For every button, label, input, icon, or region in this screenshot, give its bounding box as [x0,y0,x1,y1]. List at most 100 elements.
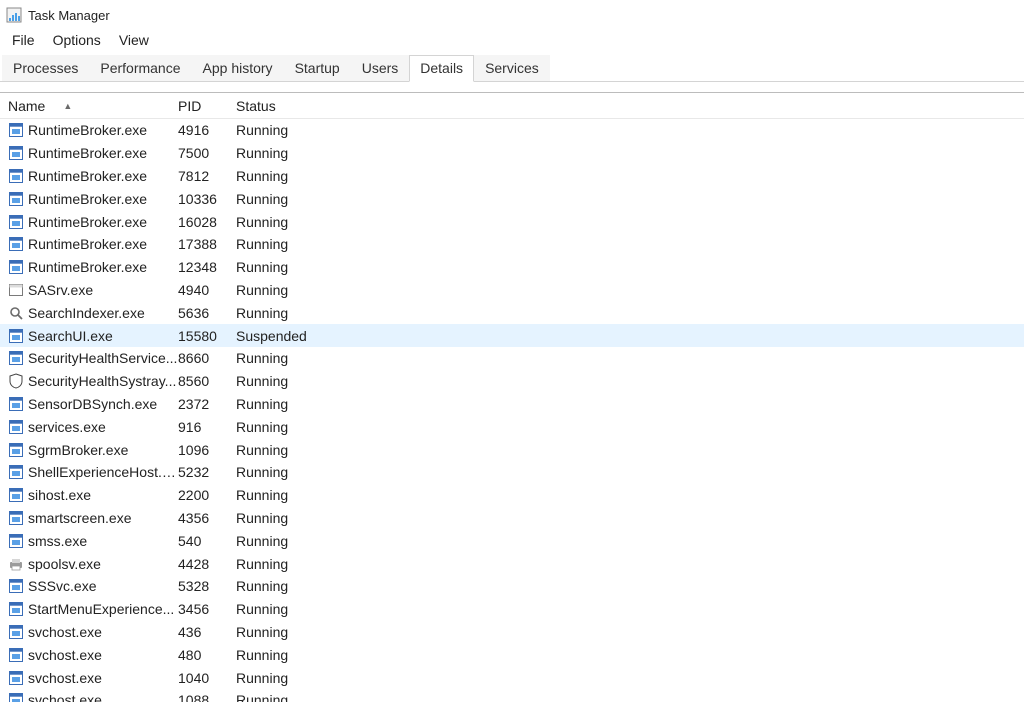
app-icon [8,191,24,207]
cell-pid: 12348 [178,259,236,275]
tab-app-history[interactable]: App history [192,55,284,81]
process-row[interactable]: SgrmBroker.exe1096Running [0,438,1024,461]
cell-status: Running [236,464,1024,480]
cell-status: Running [236,647,1024,663]
process-row[interactable]: SensorDBSynch.exe2372Running [0,393,1024,416]
app-icon [8,259,24,275]
process-rows: RuntimeBroker.exe4916RunningRuntimeBroke… [0,119,1024,702]
process-row[interactable]: RuntimeBroker.exe10336Running [0,187,1024,210]
process-name: svchost.exe [28,692,102,702]
menu-file[interactable]: File [4,30,43,50]
process-row[interactable]: RuntimeBroker.exe12348Running [0,256,1024,279]
process-name: RuntimeBroker.exe [28,122,147,138]
process-row[interactable]: spoolsv.exe4428Running [0,552,1024,575]
process-name: SgrmBroker.exe [28,442,128,458]
process-name: services.exe [28,419,106,435]
cell-name: SASrv.exe [8,282,178,298]
app-icon [8,236,24,252]
process-row[interactable]: SearchUI.exe15580Suspended [0,324,1024,347]
process-name: SASrv.exe [28,282,93,298]
app-icon [8,442,24,458]
app-icon [8,647,24,663]
process-row[interactable]: SearchIndexer.exe5636Running [0,301,1024,324]
menu-options[interactable]: Options [45,30,109,50]
column-header-name[interactable]: Name ▲ [8,98,178,114]
menu-view[interactable]: View [111,30,157,50]
app-icon [8,396,24,412]
app-icon [8,670,24,686]
tab-processes[interactable]: Processes [2,55,89,81]
app-icon [8,122,24,138]
process-row[interactable]: smss.exe540Running [0,529,1024,552]
app-icon [8,533,24,549]
tab-startup[interactable]: Startup [284,55,351,81]
process-row[interactable]: RuntimeBroker.exe17388Running [0,233,1024,256]
cell-status: Running [236,624,1024,640]
cell-status: Running [236,419,1024,435]
process-row[interactable]: RuntimeBroker.exe4916Running [0,119,1024,142]
process-row[interactable]: svchost.exe1040Running [0,666,1024,689]
cell-pid: 8560 [178,373,236,389]
cell-name: sihost.exe [8,487,178,503]
process-row[interactable]: ShellExperienceHost.e...5232Running [0,461,1024,484]
cell-name: SecurityHealthSystray... [8,373,178,389]
process-row[interactable]: RuntimeBroker.exe7500Running [0,142,1024,165]
cell-name: svchost.exe [8,647,178,663]
tab-details[interactable]: Details [409,55,474,82]
app-icon [8,168,24,184]
column-header-pid[interactable]: PID [178,98,236,114]
process-row[interactable]: sihost.exe2200Running [0,484,1024,507]
column-header-status[interactable]: Status [236,98,1024,114]
tab-services[interactable]: Services [474,55,550,81]
cell-status: Running [236,305,1024,321]
app-icon [8,145,24,161]
cell-pid: 1040 [178,670,236,686]
process-name: SSSvc.exe [28,578,96,594]
tab-users[interactable]: Users [351,55,410,81]
cell-status: Running [236,259,1024,275]
cell-status: Running [236,670,1024,686]
cell-name: SearchUI.exe [8,328,178,344]
process-name: RuntimeBroker.exe [28,145,147,161]
titlebar: Task Manager [0,0,1024,28]
sort-caret-up-icon: ▲ [63,101,72,111]
cell-pid: 15580 [178,328,236,344]
cell-pid: 5636 [178,305,236,321]
process-row[interactable]: svchost.exe436Running [0,621,1024,644]
cell-pid: 1088 [178,692,236,702]
process-row[interactable]: services.exe916Running [0,415,1024,438]
process-row[interactable]: svchost.exe 1088Running [0,689,1024,702]
process-name: SecurityHealthService... [28,350,177,366]
cell-status: Running [236,373,1024,389]
cell-name: RuntimeBroker.exe [8,122,178,138]
process-row[interactable]: SASrv.exe4940Running [0,279,1024,302]
cell-name: RuntimeBroker.exe [8,259,178,275]
app-icon [8,419,24,435]
cell-name: RuntimeBroker.exe [8,145,178,161]
process-row[interactable]: SecurityHealthSystray...8560Running [0,370,1024,393]
cell-name: RuntimeBroker.exe [8,214,178,230]
cell-name: SSSvc.exe [8,578,178,594]
process-row[interactable]: smartscreen.exe4356Running [0,507,1024,530]
process-row[interactable]: svchost.exe480Running [0,643,1024,666]
process-row[interactable]: StartMenuExperience...3456Running [0,598,1024,621]
process-row[interactable]: SSSvc.exe5328Running [0,575,1024,598]
cell-name: smartscreen.exe [8,510,178,526]
column-header-name-label: Name [8,98,45,114]
printer-icon [8,556,24,572]
cell-name: smss.exe [8,533,178,549]
tab-performance[interactable]: Performance [89,55,191,81]
app-icon [8,214,24,230]
cell-pid: 2372 [178,396,236,412]
cell-name: RuntimeBroker.exe [8,236,178,252]
process-row[interactable]: RuntimeBroker.exe7812Running [0,165,1024,188]
cell-status: Running [236,396,1024,412]
cell-status: Running [236,692,1024,702]
cell-status: Running [236,487,1024,503]
process-row[interactable]: SecurityHealthService...8660Running [0,347,1024,370]
table-header: Name ▲ PID Status [0,93,1024,119]
process-row[interactable]: RuntimeBroker.exe16028Running [0,210,1024,233]
window-icon [8,282,24,298]
task-manager-icon [6,7,22,23]
process-name: RuntimeBroker.exe [28,236,147,252]
